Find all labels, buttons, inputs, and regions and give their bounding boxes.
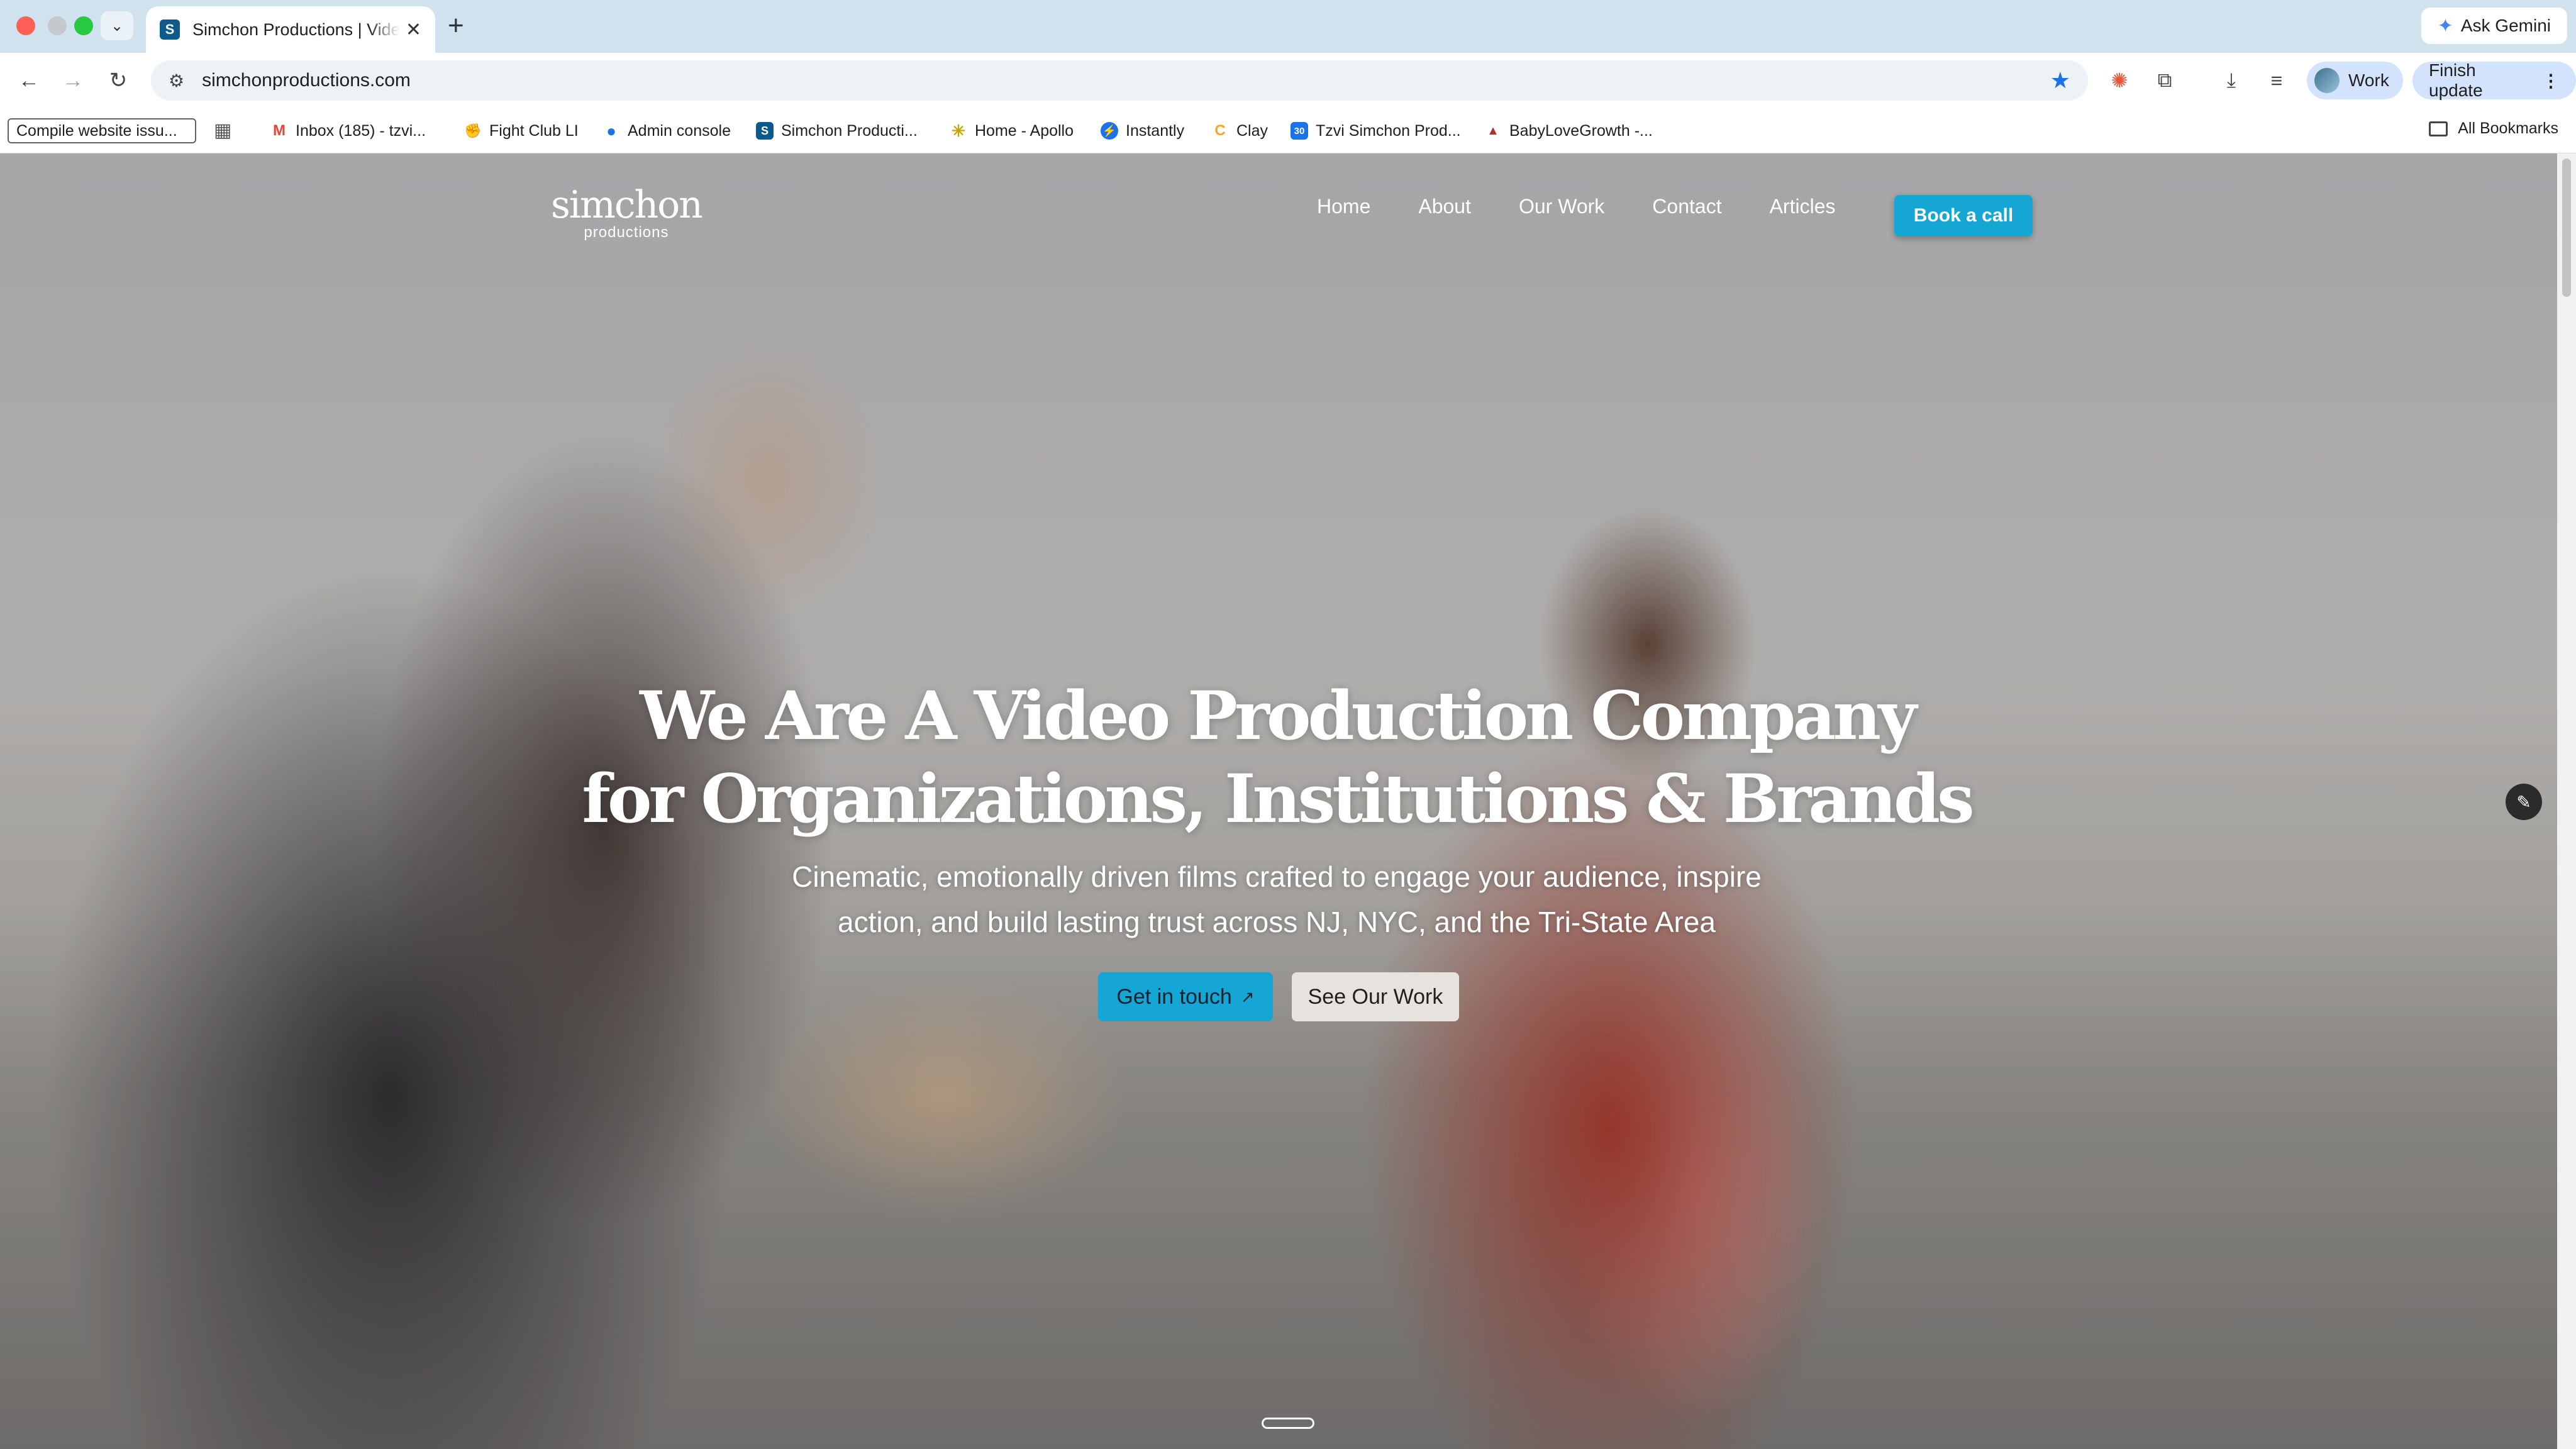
profile-label: Work bbox=[2348, 70, 2389, 90]
all-bookmarks-label: All Bookmarks bbox=[2458, 119, 2558, 137]
apps-grid-icon[interactable]: ▦ bbox=[214, 119, 231, 142]
scroll-indicator bbox=[1262, 1418, 1314, 1429]
hero-subtitle: Cinematic, emotionally driven films craf… bbox=[730, 854, 1824, 945]
admin-console-icon: ● bbox=[602, 121, 620, 140]
bookmark-label: BabyLoveGrowth -... bbox=[1509, 121, 1653, 140]
babylove-icon: ▲ bbox=[1484, 122, 1502, 140]
calendar-icon: 30 bbox=[1291, 122, 1308, 140]
media-controls-icon[interactable]: ≡ bbox=[2262, 67, 2292, 94]
hero-section: simchon productions Home About Our Work … bbox=[0, 153, 2557, 1449]
reload-icon: ↻ bbox=[109, 69, 128, 92]
fight-club-icon: ✊ bbox=[464, 122, 482, 140]
minimize-window-button[interactable] bbox=[48, 16, 67, 35]
forward-button[interactable]: → bbox=[57, 64, 89, 97]
browser-toolbar: ← → ↻ ⚙ simchonproductions.com ★ ✺ ⧉ ⤓ ≡… bbox=[0, 53, 2576, 107]
active-tab[interactable]: S Simchon Productions | Video Production… bbox=[146, 6, 435, 53]
bookmark-label: Admin console bbox=[628, 121, 731, 140]
tab-favicon-icon: S bbox=[160, 19, 180, 40]
bookmark-apollo[interactable]: ✳ Home - Apollo bbox=[950, 119, 1074, 142]
bookmark-compile-website[interactable]: Compile website issu... bbox=[8, 118, 196, 143]
tab-title: Simchon Productions | Video Production bbox=[192, 19, 400, 39]
bookmarks-bar: Compile website issu... ▦ M Inbox (185) … bbox=[0, 107, 2576, 153]
get-in-touch-button[interactable]: Get in touch ↗ bbox=[1098, 972, 1273, 1021]
tab-close-icon[interactable]: ✕ bbox=[406, 19, 421, 41]
downloads-icon[interactable]: ⤓ bbox=[2216, 67, 2246, 94]
bookmark-label: Inbox (185) - tzvi... bbox=[296, 121, 426, 140]
bookmark-tzvi-simchon[interactable]: 30 Tzvi Simchon Prod... bbox=[1291, 119, 1461, 142]
bookmark-clay[interactable]: C Clay bbox=[1211, 119, 1268, 142]
hero-subtitle-line-2: action, and build lasting trust across N… bbox=[837, 906, 1716, 938]
apollo-icon: ✳ bbox=[950, 121, 967, 140]
claude-extension-icon[interactable]: ✺ bbox=[2104, 67, 2135, 94]
page-scrollbar[interactable] bbox=[2557, 153, 2576, 1449]
tab-strip: ⌄ S Simchon Productions | Video Producti… bbox=[0, 0, 2576, 53]
see-our-work-button[interactable]: See Our Work bbox=[1292, 972, 1459, 1021]
instantly-icon: ⚡ bbox=[1101, 122, 1118, 140]
bookmark-fight-club[interactable]: ✊ Fight Club LI bbox=[464, 119, 579, 142]
finish-update-label: Finish update bbox=[2429, 60, 2483, 100]
ask-gemini-button[interactable]: ✦ Ask Gemini bbox=[2421, 8, 2567, 44]
site-logo[interactable]: simchon productions bbox=[551, 183, 703, 242]
bookmark-label: Home - Apollo bbox=[975, 121, 1074, 140]
site-navigation: Home About Our Work Contact Articles bbox=[1317, 195, 1883, 218]
ask-gemini-label: Ask Gemini bbox=[2460, 16, 2551, 35]
edit-pencil-icon[interactable]: ✎ bbox=[2506, 784, 2542, 820]
new-tab-button[interactable]: + bbox=[448, 10, 464, 42]
hero-subtitle-line-1: Cinematic, emotionally driven films craf… bbox=[792, 860, 1762, 893]
close-window-button[interactable] bbox=[16, 16, 35, 35]
bookmark-label: Fight Club LI bbox=[489, 121, 579, 140]
zoom-window-button[interactable] bbox=[74, 16, 93, 35]
bookmark-instantly[interactable]: ⚡ Instantly bbox=[1101, 119, 1184, 142]
bookmark-label: Instantly bbox=[1126, 121, 1185, 140]
arrow-right-icon: → bbox=[62, 68, 84, 92]
nav-about[interactable]: About bbox=[1418, 195, 1471, 218]
hero-title-line-1: We Are A Video Production Company bbox=[640, 676, 1917, 755]
arrow-up-right-icon: ↗ bbox=[1240, 987, 1255, 1006]
address-bar[interactable]: ⚙ simchonproductions.com ★ bbox=[151, 60, 2088, 101]
extensions-puzzle-icon[interactable]: ⧉ bbox=[2150, 67, 2180, 94]
all-bookmarks-button[interactable]: All Bookmarks bbox=[2429, 119, 2558, 138]
clay-icon: C bbox=[1211, 122, 1229, 140]
hero-title: We Are A Video Production Company for Or… bbox=[566, 674, 1987, 840]
finish-update-button[interactable]: Finish update ⋮ bbox=[2412, 60, 2576, 100]
book-a-call-button[interactable]: Book a call bbox=[1894, 195, 2033, 236]
site-info-icon[interactable]: ⚙ bbox=[169, 70, 184, 91]
bookmark-simchon[interactable]: S Simchon Producti... bbox=[756, 119, 918, 142]
url-text[interactable]: simchonproductions.com bbox=[202, 70, 411, 91]
nav-articles[interactable]: Articles bbox=[1770, 195, 1836, 218]
hero-title-line-2: for Organizations, Institutions & Brands bbox=[582, 759, 1974, 838]
arrow-left-icon: ← bbox=[18, 68, 40, 92]
get-in-touch-label: Get in touch bbox=[1116, 984, 1232, 1009]
nav-home[interactable]: Home bbox=[1317, 195, 1370, 218]
nav-our-work[interactable]: Our Work bbox=[1519, 195, 1604, 218]
bookmark-babylovegrowth[interactable]: ▲ BabyLoveGrowth -... bbox=[1484, 119, 1653, 142]
bookmark-label: Clay bbox=[1236, 121, 1269, 140]
bookmark-star-icon[interactable]: ★ bbox=[2050, 67, 2070, 94]
bookmark-admin-console[interactable]: ● Admin console bbox=[602, 119, 731, 142]
chevron-down-icon: ⌄ bbox=[110, 17, 124, 35]
avatar bbox=[2314, 68, 2340, 93]
bookmark-inbox[interactable]: M Inbox (185) - tzvi... bbox=[270, 119, 426, 142]
gmail-icon: M bbox=[270, 122, 288, 140]
bookmark-label: Simchon Producti... bbox=[781, 121, 918, 140]
tab-search-button[interactable]: ⌄ bbox=[101, 11, 133, 40]
folder-icon bbox=[2429, 121, 2448, 136]
bookmark-label: Tzvi Simchon Prod... bbox=[1316, 121, 1461, 140]
back-button[interactable]: ← bbox=[13, 64, 45, 97]
more-menu-icon: ⋮ bbox=[2542, 70, 2560, 91]
simchon-icon: S bbox=[756, 122, 774, 140]
gemini-spark-icon: ✦ bbox=[2437, 15, 2453, 36]
reload-button[interactable]: ↻ bbox=[102, 64, 135, 97]
nav-contact[interactable]: Contact bbox=[1652, 195, 1721, 218]
profile-button[interactable]: Work bbox=[2307, 62, 2403, 99]
logo-wordmark: simchon bbox=[551, 183, 703, 227]
scrollbar-thumb[interactable] bbox=[2562, 158, 2571, 297]
